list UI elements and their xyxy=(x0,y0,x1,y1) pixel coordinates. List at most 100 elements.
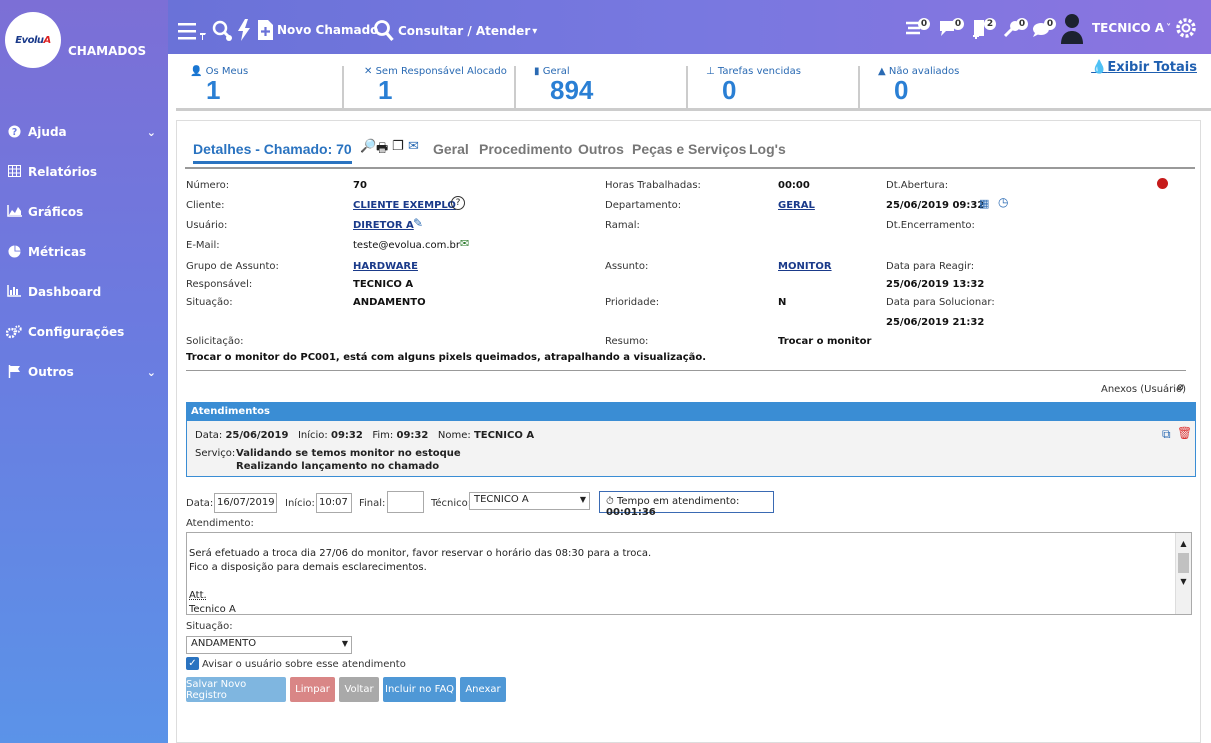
search-icon[interactable]: 🔎 xyxy=(360,139,376,154)
textarea-scrollbar[interactable]: ▲ ▼ xyxy=(1175,533,1191,614)
counter-value: 894 xyxy=(550,75,594,105)
help-icon[interactable]: ? xyxy=(451,196,465,210)
sidebar-item-label: Dashboard xyxy=(28,285,102,299)
lightning-icon xyxy=(238,19,250,41)
paperclip-icon[interactable]: ⌀ xyxy=(1177,380,1184,393)
form-data-label: Data: xyxy=(186,498,214,509)
counter-label: Sem Responsável Alocado xyxy=(375,66,507,77)
edit-icon[interactable]: ✎ xyxy=(413,216,423,230)
grupo-assunto-link[interactable]: HARDWARE xyxy=(353,261,418,272)
print-icon[interactable]: 🖶 xyxy=(376,139,388,161)
responsavel-label: Responsável: xyxy=(186,279,253,290)
tab-detalhes[interactable]: Detalhes - Chamado: 70 xyxy=(193,141,352,164)
atendimentos-header: Atendimentos xyxy=(187,403,1195,421)
anexos-link[interactable]: Anexos (Usuário) xyxy=(1101,384,1186,395)
app-logo[interactable]: EvoluA xyxy=(5,12,61,68)
exibir-totais-link[interactable]: 💧Exibir Totais xyxy=(1091,60,1197,75)
ramal-label: Ramal: xyxy=(605,220,640,231)
form-data-input[interactable]: 16/07/2019 xyxy=(214,493,277,513)
user-off-icon: ✕ xyxy=(364,66,373,77)
cliente-link[interactable]: CLIENTE EXEMPLO xyxy=(353,200,456,211)
key-notifications-button[interactable]: 0 xyxy=(1004,18,1028,40)
faq-button[interactable]: Incluir no FAQ xyxy=(383,677,456,702)
calendar-icon[interactable]: ▦ xyxy=(979,197,989,210)
horas-value: 00:00 xyxy=(778,180,810,191)
search-icon xyxy=(374,20,394,42)
tab-geral[interactable]: Geral xyxy=(433,141,469,157)
sidebar-item-dashboard[interactable]: Dashboard xyxy=(0,272,168,312)
form-inicio-input[interactable]: 10:07 xyxy=(316,493,352,513)
atendimento-textarea[interactable]: Será efetuado a troca dia 27/06 do monit… xyxy=(186,532,1192,615)
user-menu[interactable]: TECNICO A ˅ xyxy=(1060,12,1171,44)
search-advanced-button[interactable] xyxy=(212,20,234,42)
sidebar-item-configuracoes[interactable]: Configurações xyxy=(0,312,168,352)
novo-chamado-button[interactable]: Novo Chamado xyxy=(258,20,378,40)
sidebar: EvoluA CHAMADOS ? Ajuda ⌄ Relatórios Grá… xyxy=(0,0,168,743)
chevron-down-icon: ⌄ xyxy=(146,366,156,379)
help-icon: ? xyxy=(6,125,22,139)
form-final-input[interactable] xyxy=(387,491,424,513)
nome-label: Nome: xyxy=(437,430,471,441)
atendimento-entry: Data: 25/06/2019 Início: 09:32 Fim: 09:3… xyxy=(195,430,534,441)
tab-procedimento[interactable]: Procedimento xyxy=(479,141,572,157)
voltar-button[interactable]: Voltar xyxy=(339,677,379,702)
tempo-atendimento: ⏱ Tempo em atendimento: 00:01:36 xyxy=(599,491,774,518)
area-chart-icon xyxy=(6,205,22,219)
counter-geral[interactable]: ▮ Geral 894 xyxy=(520,66,688,110)
sidebar-item-relatorios[interactable]: Relatórios xyxy=(0,152,168,192)
anexar-button[interactable]: Anexar xyxy=(460,677,506,702)
sidebar-item-outros[interactable]: Outros ⌄ xyxy=(0,352,168,392)
comments-notifications-button[interactable]: 0 xyxy=(1032,18,1056,40)
scroll-thumb[interactable] xyxy=(1178,553,1189,573)
new-document-icon xyxy=(258,20,273,40)
logo-text-accent: A xyxy=(43,34,52,46)
solucionar-label: Data para Solucionar: xyxy=(886,297,995,308)
counter-os-meus[interactable]: 👤 Os Meus 1 xyxy=(176,66,344,110)
departamento-link[interactable]: GERAL xyxy=(778,200,815,211)
quick-action-button[interactable] xyxy=(237,19,251,41)
bookmark-icon: ▮ xyxy=(534,66,540,77)
consultar-atender-menu[interactable]: Consultar / Atender ▾ xyxy=(374,20,537,42)
documents-notifications-button[interactable]: 2 xyxy=(972,18,996,40)
stopwatch-icon: ⏱ xyxy=(606,496,614,507)
chevron-down-icon: ▾ xyxy=(532,25,538,37)
scroll-up-icon[interactable]: ▲ xyxy=(1176,537,1191,551)
dropdown-arrow-icon: ▼ xyxy=(341,639,348,648)
avisar-checkbox[interactable]: ✓ xyxy=(186,657,199,670)
scroll-down-icon[interactable]: ▼ xyxy=(1176,575,1191,589)
delete-icon[interactable]: 🗑 xyxy=(1177,426,1192,440)
sidebar-item-graficos[interactable]: Gráficos xyxy=(0,192,168,232)
limpar-button[interactable]: Limpar xyxy=(290,677,335,702)
assunto-link[interactable]: MONITOR xyxy=(778,261,832,272)
counter-sem-responsavel[interactable]: ✕ Sem Responsável Alocado 1 xyxy=(348,66,516,110)
table-icon xyxy=(6,165,22,179)
divider xyxy=(186,370,1186,371)
counter-tarefas-vencidas[interactable]: ⊥ Tarefas vencidas 0 xyxy=(692,66,860,110)
tab-logs[interactable]: Log's xyxy=(749,141,786,157)
user-name: TECNICO A xyxy=(1092,21,1165,35)
sidebar-item-metricas[interactable]: Métricas xyxy=(0,232,168,272)
copy-entry-icon[interactable]: ⧉ xyxy=(1162,427,1171,442)
copy-icon[interactable]: ❐ xyxy=(392,139,404,154)
chat-notifications-button[interactable]: 0 xyxy=(940,18,964,38)
tab-outros[interactable]: Outros xyxy=(578,141,624,157)
tab-pecas-servicos[interactable]: Peças e Serviços xyxy=(632,141,746,157)
warning-icon: ▲ xyxy=(878,66,886,77)
drop-icon: 💧 xyxy=(1091,60,1108,75)
menu-toggle-button[interactable] xyxy=(178,22,208,42)
sidebar-item-label: Gráficos xyxy=(28,205,84,219)
usuario-link[interactable]: DIRETOR A xyxy=(353,220,414,231)
sidebar-item-ajuda[interactable]: ? Ajuda ⌄ xyxy=(0,112,168,152)
salvar-button[interactable]: Salvar Novo Registro xyxy=(186,677,286,702)
list-notifications-button[interactable]: 0 xyxy=(906,18,930,38)
fim-value: 09:32 xyxy=(396,430,429,441)
send-email-icon[interactable]: ✉ xyxy=(460,237,469,250)
clock-icon[interactable]: ◷ xyxy=(998,195,1008,209)
situacao-select[interactable]: ANDAMENTO ▼ xyxy=(186,636,352,654)
settings-button[interactable] xyxy=(1174,16,1198,40)
avisar-label: Avisar o usuário sobre esse atendimento xyxy=(202,659,406,670)
form-inicio-label: Início: xyxy=(285,498,315,509)
form-tecnico-select[interactable]: TECNICO A ▼ xyxy=(469,492,590,510)
counter-nao-avaliados[interactable]: ▲ Não avaliados 0 xyxy=(864,66,1032,110)
outlook-icon[interactable]: ✉ xyxy=(408,139,419,154)
